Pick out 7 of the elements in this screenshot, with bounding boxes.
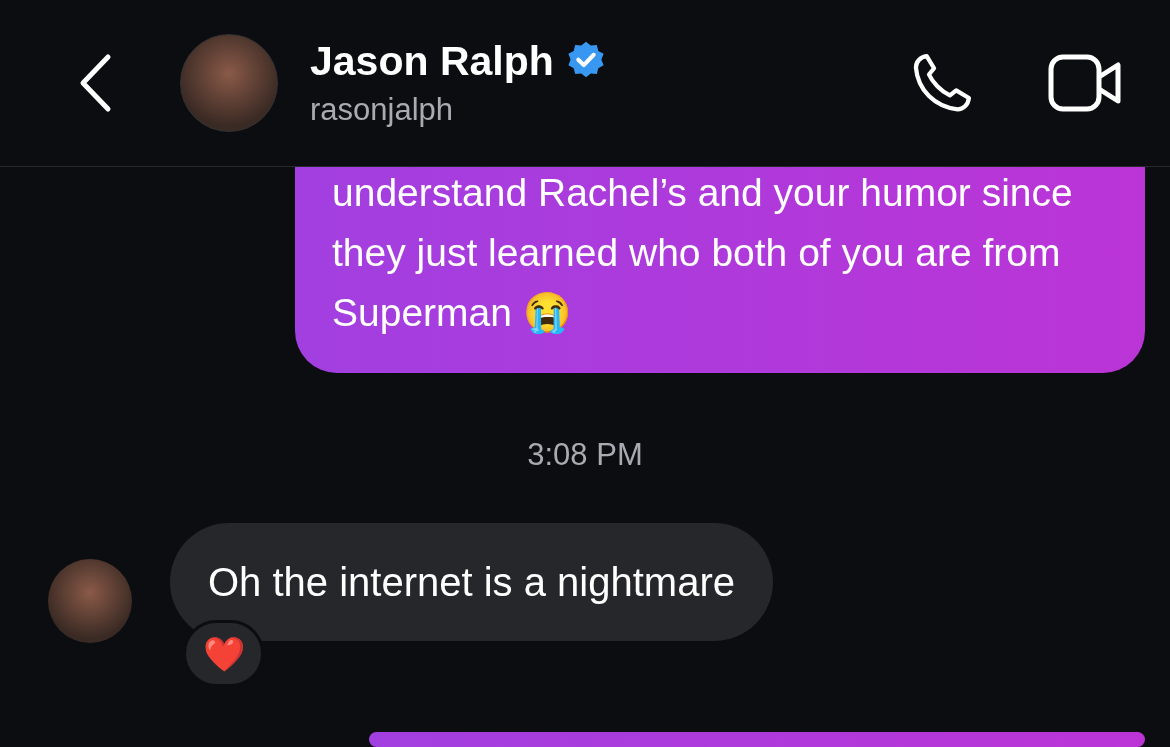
contact-name: Jason Ralph <box>310 37 554 85</box>
timestamp: 3:08 PM <box>527 436 643 474</box>
back-icon[interactable] <box>78 53 112 113</box>
video-camera-icon[interactable] <box>1048 52 1122 114</box>
username: rasonjalph <box>310 91 455 129</box>
reaction-badge[interactable]: ❤ <box>183 620 264 687</box>
sent-message: understand Rachel’s and your humor since they just learned who both of you are from Superman 😭 <box>295 167 1145 373</box>
